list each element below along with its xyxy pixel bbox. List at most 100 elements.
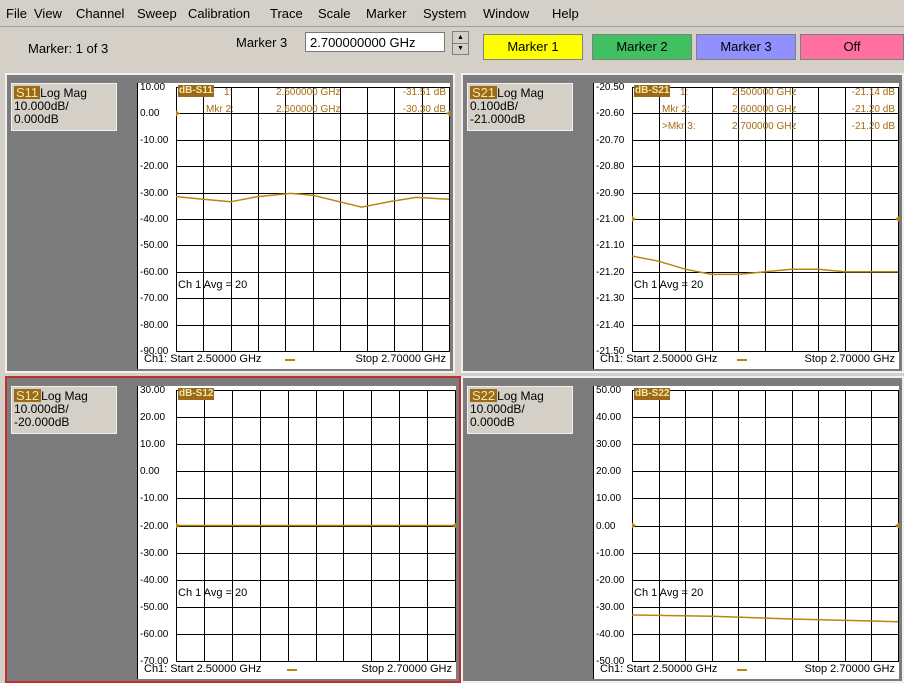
averaging-status: Ch 1 Avg = 20 — [178, 587, 248, 600]
y-tick-label: 50.00 — [596, 385, 622, 396]
y-tick-label: -50.00 — [140, 240, 169, 252]
menu-window[interactable]: Window — [483, 6, 529, 21]
marker-frequency: 2.700000 GHz — [732, 121, 797, 132]
y-tick-label: -30.00 — [596, 601, 625, 613]
trace-legend-icon — [287, 669, 297, 671]
marker-value: -21.20 dB — [851, 121, 895, 132]
trace-window-s12[interactable]: S12 Log Mag 10.000dB/-20.000dB 30.00 20.00 10… — [5, 376, 461, 683]
param-tag: S21 — [470, 85, 498, 100]
trace-label-box[interactable]: S11 Log Mag 10.000dB/0.000dB — [11, 83, 117, 131]
active-marker-label: Marker 3 — [236, 35, 288, 50]
spin-down-icon[interactable]: ▼ — [453, 43, 468, 54]
y-tick-label: -30.00 — [140, 547, 169, 559]
menu-channel[interactable]: Channel — [76, 6, 124, 21]
marker-frequency-input[interactable] — [305, 32, 445, 52]
reference-marker — [895, 216, 899, 222]
reference-marker — [176, 110, 180, 117]
y-tick-label: -30.00 — [140, 187, 169, 199]
marker-toolbar: Marker: 1 of 3 Marker 3 ▲ ▼ Marker 1 Mar… — [0, 27, 904, 67]
marker1-button[interactable]: Marker 1 — [483, 34, 583, 60]
trace-name-tag: dB-S22 — [634, 388, 671, 400]
marker-name: >Mkr 3: — [662, 121, 696, 132]
marker-frequency: 2.500000 GHz — [732, 87, 797, 98]
menu-system[interactable]: System — [423, 6, 466, 21]
param-tag: S11 — [14, 85, 41, 100]
sweep-range-footer: Ch1: Start 2.50000 GHz Stop 2.70000 GHz — [138, 663, 456, 677]
scale-label: 10.000dB/ — [14, 402, 69, 416]
menu-help[interactable]: Help — [552, 6, 579, 21]
y-tick-label: 40.00 — [596, 412, 622, 424]
marker-value: -30.30 dB — [402, 104, 446, 115]
menu-sweep[interactable]: Sweep — [137, 6, 177, 21]
y-tick-label: -60.00 — [140, 266, 169, 278]
y-tick-label: -20.90 — [596, 187, 625, 199]
format-label: Log Mag — [41, 389, 88, 403]
menu-calibration[interactable]: Calibration — [188, 6, 250, 21]
averaging-status: Ch 1 Avg = 20 — [634, 279, 704, 291]
format-label: Log Mag — [40, 86, 87, 100]
marker-off-button[interactable]: Off — [800, 34, 904, 60]
averaging-status: Ch 1 Avg = 20 — [634, 587, 704, 600]
y-tick-label: -70.00 — [140, 293, 169, 305]
y-tick-label: -20.50 — [596, 82, 625, 93]
y-tick-label: -20.80 — [596, 161, 625, 173]
trace-window-s21[interactable]: S21 Log Mag 0.100dB/-21.000dB -20.50 -20.60 -… — [461, 73, 904, 373]
trace-label-box[interactable]: S12 Log Mag 10.000dB/-20.000dB — [11, 386, 117, 434]
marker-name: 1: — [224, 87, 233, 98]
stop-frequency: Stop 2.70000 GHz — [804, 663, 895, 675]
start-frequency: Ch1: Start 2.50000 GHz — [144, 663, 262, 675]
averaging-status: Ch 1 Avg = 20 — [178, 279, 248, 291]
plot-area[interactable]: 30.00 20.00 10.00 0.00 -10.00 -20.00 -30.00 -40… — [137, 385, 456, 679]
trace-label-box[interactable]: S21 Log Mag 0.100dB/-21.000dB — [467, 83, 573, 131]
trace-label-box[interactable]: S22 Log Mag 10.000dB/0.000dB — [467, 386, 573, 434]
y-tick-label: -20.70 — [596, 134, 625, 146]
scale-label: 0.100dB/ — [470, 99, 519, 113]
trace-name-tag: dB-S21 — [634, 85, 671, 97]
y-tick-label: 0.00 — [140, 466, 160, 478]
trace-name-tag: dB-S12 — [178, 388, 215, 400]
marker3-button[interactable]: Marker 3 — [696, 34, 796, 60]
menu-view[interactable]: View — [34, 6, 62, 21]
trace-window-s22[interactable]: S22 Log Mag 10.000dB/0.000dB 50.00 40.00 30.0… — [461, 376, 904, 683]
plot-area[interactable]: -20.50 -20.60 -20.70 -20.80 -20.90 -21.00 -21.… — [593, 82, 899, 369]
y-tick-label: -21.10 — [596, 240, 625, 252]
y-tick-label: 10.00 — [596, 493, 622, 505]
ref-label: 0.000dB — [470, 415, 515, 429]
marker-name: Mkr 2: — [206, 104, 234, 115]
frequency-spinner[interactable]: ▲ ▼ — [452, 31, 469, 55]
y-tick-label: -40.00 — [596, 628, 625, 640]
format-label: Log Mag — [497, 389, 544, 403]
ref-label: -20.000dB — [14, 415, 70, 429]
menu-scale[interactable]: Scale — [318, 6, 351, 21]
plot-area[interactable]: 50.00 40.00 30.00 20.00 10.00 0.00 -10.00 -20.0… — [593, 385, 899, 679]
menu-trace[interactable]: Trace — [270, 6, 303, 21]
y-tick-label: 30.00 — [140, 385, 166, 396]
reference-marker — [632, 216, 636, 222]
menu-marker[interactable]: Marker — [366, 6, 406, 21]
y-tick-label: -21.30 — [596, 293, 625, 305]
menu-bar: File View Channel Sweep Calibration Trac… — [0, 0, 904, 27]
plot-area[interactable]: 10.00 0.00 -10.00 -20.00 -30.00 -40.00 -50.00 -… — [137, 82, 450, 369]
stop-frequency: Stop 2.70000 GHz — [804, 353, 895, 365]
y-tick-label: 20.00 — [596, 466, 622, 478]
marker-value: -31.51 dB — [402, 87, 446, 98]
marker-frequency: 2.500000 GHz — [276, 87, 341, 98]
y-tick-label: -20.00 — [140, 161, 169, 173]
trace-legend-icon — [737, 669, 747, 671]
y-tick-label: -10.00 — [140, 493, 169, 505]
marker-name: Mkr 2: — [662, 104, 690, 115]
marker-frequency: 2.600000 GHz — [732, 104, 797, 115]
scale-label: 10.000dB/ — [14, 99, 69, 113]
trace-legend-icon — [285, 359, 295, 361]
marker2-button[interactable]: Marker 2 — [592, 34, 692, 60]
stop-frequency: Stop 2.70000 GHz — [361, 663, 452, 675]
trace-window-s11[interactable]: S11 Log Mag 10.000dB/0.000dB 10.00 0.00 -10.0… — [5, 73, 455, 373]
y-tick-label: -21.20 — [596, 266, 625, 278]
y-tick-label: -60.00 — [140, 628, 169, 640]
grid — [176, 390, 456, 662]
param-tag: S12 — [14, 388, 42, 403]
start-frequency: Ch1: Start 2.50000 GHz — [600, 353, 718, 365]
y-tick-label: -20.60 — [596, 108, 625, 120]
menu-file[interactable]: File — [6, 6, 27, 21]
y-tick-label: -21.40 — [596, 319, 625, 331]
